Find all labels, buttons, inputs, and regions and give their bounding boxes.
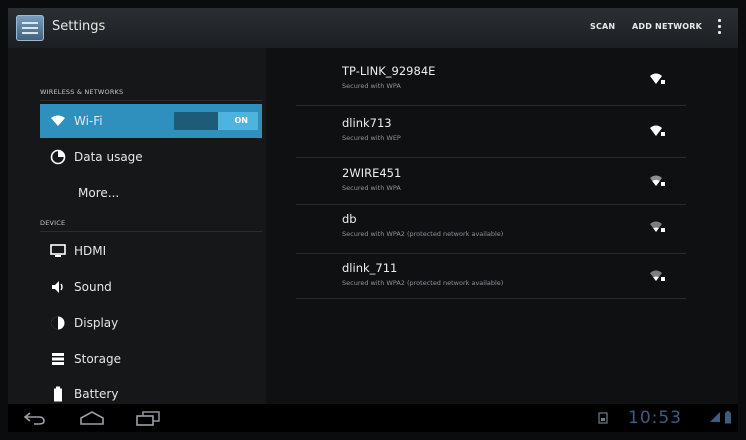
network-security: Secured with WPA2 (protected network ava…: [342, 279, 504, 287]
status-clock[interactable]: 10:53: [628, 408, 682, 428]
network-ssid: dlink_711: [342, 261, 398, 275]
network-item[interactable]: dlink713 Secured with WEP: [296, 110, 686, 154]
sidebar-item-sound[interactable]: Sound: [40, 270, 262, 304]
sidebar-item-label: More...: [78, 186, 120, 200]
wifi-signal-locked-icon: [650, 125, 665, 136]
divider: [40, 100, 262, 101]
wifi-signal-locked-icon: [650, 221, 665, 232]
sidebar-item-label: Sound: [74, 280, 112, 294]
network-ssid: TP-LINK_92984E: [342, 64, 436, 78]
divider: [296, 204, 686, 205]
divider: [296, 253, 686, 254]
battery-status-icon: [725, 411, 731, 424]
wifi-icon: [51, 115, 65, 126]
network-ssid: 2WIRE451: [342, 166, 402, 180]
sidebar-item-display[interactable]: Display: [40, 306, 262, 340]
back-icon[interactable]: [22, 410, 48, 426]
storage-icon: [52, 353, 64, 365]
action-bar: Settings SCAN ADD NETWORK: [8, 8, 738, 49]
network-ssid: db: [342, 212, 357, 226]
sidebar-item-label: Battery: [74, 387, 119, 401]
network-security: Secured with WPA: [342, 184, 401, 192]
sidebar-item-data-usage[interactable]: Data usage: [40, 140, 262, 174]
network-security: Secured with WPA: [342, 82, 401, 90]
network-security: Secured with WEP: [342, 134, 401, 142]
section-header-device: DEVICE: [40, 219, 66, 227]
wifi-signal-locked-icon: [650, 270, 665, 281]
network-ssid: dlink713: [342, 116, 392, 130]
divider: [296, 157, 686, 158]
wifi-status-icon: [710, 412, 720, 422]
sidebar-item-wifi[interactable]: Wi-Fi ON: [40, 104, 262, 138]
divider: [40, 231, 262, 232]
sidebar-item-label: Storage: [74, 352, 121, 366]
section-header-wireless: WIRELESS & NETWORKS: [40, 88, 124, 96]
wifi-toggle[interactable]: ON: [174, 112, 258, 130]
display-icon: [51, 316, 65, 330]
data-usage-icon: [50, 149, 66, 165]
settings-sidebar: WIRELESS & NETWORKS Wi-Fi ON Data usage …: [8, 48, 266, 404]
page-title: Settings: [52, 19, 106, 34]
network-item[interactable]: dlink_711 Secured with WPA2 (protected n…: [296, 255, 686, 299]
sound-icon: [52, 281, 63, 293]
overflow-menu-icon[interactable]: [718, 19, 722, 37]
sidebar-item-more[interactable]: More...: [40, 176, 262, 210]
wifi-network-list: TP-LINK_92984E Secured with WPA dlink713…: [266, 48, 738, 404]
add-network-button[interactable]: ADD NETWORK: [632, 22, 702, 31]
notification-icon[interactable]: [598, 412, 608, 424]
sidebar-item-hdmi[interactable]: HDMI: [40, 234, 262, 268]
recent-apps-icon[interactable]: [134, 410, 162, 426]
settings-app-icon[interactable]: [16, 15, 44, 41]
settings-screen: Settings SCAN ADD NETWORK WIRELESS & NET…: [8, 8, 738, 432]
network-item[interactable]: TP-LINK_92984E Secured with WPA: [296, 58, 686, 102]
sidebar-item-label: Wi-Fi: [74, 114, 103, 128]
wifi-signal-locked-icon: [650, 73, 665, 84]
sidebar-item-label: Display: [74, 316, 119, 330]
network-security: Secured with WPA2 (protected network ava…: [342, 230, 504, 238]
hdmi-icon: [50, 244, 66, 257]
home-icon[interactable]: [78, 410, 106, 426]
toggle-state-label: ON: [234, 116, 249, 125]
divider: [296, 105, 686, 106]
network-item[interactable]: 2WIRE451 Secured with WPA: [296, 160, 686, 204]
wifi-signal-locked-icon: [650, 175, 665, 186]
network-item[interactable]: db Secured with WPA2 (protected network …: [296, 206, 686, 250]
sidebar-item-label: Data usage: [74, 150, 143, 164]
divider: [296, 298, 686, 299]
scan-button[interactable]: SCAN: [590, 22, 615, 31]
system-bar: 10:53: [8, 404, 738, 432]
sidebar-item-storage[interactable]: Storage: [40, 342, 262, 376]
sidebar-item-label: HDMI: [74, 244, 107, 258]
battery-icon: [54, 386, 62, 402]
